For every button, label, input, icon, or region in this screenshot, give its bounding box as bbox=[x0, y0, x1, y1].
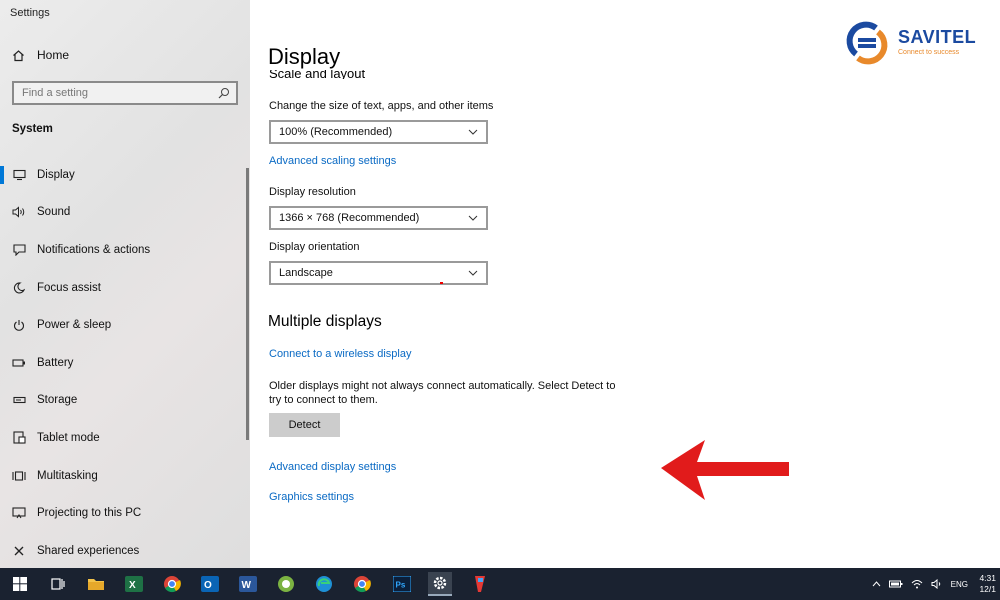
multitasking-icon bbox=[12, 469, 26, 483]
clock-time: 4:31 bbox=[979, 573, 996, 583]
svg-text:O: O bbox=[204, 580, 212, 591]
savitel-logo-mark bbox=[846, 21, 888, 65]
battery-icon bbox=[12, 356, 26, 370]
sidebar-nav: Display Sound Notifications & actions Fo… bbox=[0, 156, 250, 570]
resolution-label: Display resolution bbox=[269, 186, 356, 198]
savitel-logo: SAVITEL Connect to success bbox=[842, 18, 992, 68]
outlook-icon[interactable]: O bbox=[198, 572, 222, 596]
orientation-value: Landscape bbox=[279, 267, 333, 279]
paint-app-icon[interactable] bbox=[468, 572, 492, 596]
scale-layout-heading: Scale and layout bbox=[269, 70, 366, 79]
sidebar-scrollbar[interactable] bbox=[246, 168, 249, 440]
sidebar-item-shared-experiences[interactable]: Shared experiences bbox=[0, 532, 250, 570]
moon-icon bbox=[12, 281, 26, 295]
sidebar-item-notifications[interactable]: Notifications & actions bbox=[0, 231, 250, 269]
monitor-icon bbox=[12, 168, 26, 182]
svg-text:W: W bbox=[242, 580, 252, 591]
display-settings-pane: Display Scale and layout Change the size… bbox=[250, 0, 1000, 568]
sidebar-item-label: Power & sleep bbox=[37, 319, 112, 332]
detect-button[interactable]: Detect bbox=[269, 413, 340, 437]
home-icon bbox=[13, 49, 24, 61]
chevron-down-icon bbox=[468, 270, 478, 276]
task-view-icon[interactable] bbox=[46, 572, 70, 596]
volume-icon[interactable] bbox=[931, 579, 943, 589]
resolution-dropdown[interactable]: 1366 × 768 (Recommended) bbox=[269, 206, 488, 230]
sidebar-item-focus-assist[interactable]: Focus assist bbox=[0, 269, 250, 307]
wifi-icon[interactable] bbox=[911, 579, 923, 589]
file-explorer-icon[interactable] bbox=[84, 572, 108, 596]
advanced-scaling-link[interactable]: Advanced scaling settings bbox=[269, 155, 396, 167]
sidebar-item-label: Display bbox=[37, 168, 75, 181]
storage-icon bbox=[12, 393, 26, 407]
sidebar-item-multitasking[interactable]: Multitasking bbox=[0, 457, 250, 495]
windows-start-icon[interactable] bbox=[8, 572, 32, 596]
orientation-label: Display orientation bbox=[269, 241, 360, 253]
excel-icon[interactable]: X bbox=[122, 572, 146, 596]
sidebar-item-label: Storage bbox=[37, 394, 78, 407]
notification-icon bbox=[12, 243, 26, 257]
speaker-icon bbox=[12, 205, 26, 219]
red-arrow-annotation bbox=[661, 440, 789, 500]
edge-icon[interactable] bbox=[312, 572, 336, 596]
sidebar-item-sound[interactable]: Sound bbox=[0, 194, 250, 232]
sidebar-item-storage[interactable]: Storage bbox=[0, 382, 250, 420]
sidebar-item-label: Shared experiences bbox=[37, 544, 140, 557]
chrome-icon-2[interactable] bbox=[350, 572, 374, 596]
sidebar-item-power-sleep[interactable]: Power & sleep bbox=[0, 306, 250, 344]
chevron-down-icon bbox=[468, 129, 478, 135]
advanced-display-settings-link[interactable]: Advanced display settings bbox=[269, 461, 396, 473]
chevron-down-icon bbox=[468, 215, 478, 221]
settings-sidebar: Settings Home Find a setting System Disp… bbox=[0, 0, 250, 568]
sidebar-item-label: Focus assist bbox=[37, 281, 101, 294]
sidebar-item-battery[interactable]: Battery bbox=[0, 344, 250, 382]
sidebar-item-label: Battery bbox=[37, 356, 74, 369]
battery-tray-icon[interactable] bbox=[888, 580, 903, 588]
search-placeholder: Find a setting bbox=[22, 87, 89, 99]
svg-text:Ps: Ps bbox=[396, 581, 406, 590]
settings-gear-icon[interactable] bbox=[428, 572, 452, 596]
system-tray: ENG 4:31 12/1 bbox=[872, 568, 1000, 600]
logo-tagline: Connect to success bbox=[898, 49, 960, 56]
shared-icon bbox=[12, 544, 26, 558]
window-title: Settings bbox=[10, 7, 50, 19]
clock-date: 12/1 bbox=[979, 584, 996, 594]
sidebar-item-projecting[interactable]: Projecting to this PC bbox=[0, 494, 250, 532]
taskbar: X O W Ps ENG 4:31 12/1 bbox=[0, 568, 1000, 600]
logo-brand: SAVITEL bbox=[898, 27, 977, 47]
sidebar-item-label: Tablet mode bbox=[37, 431, 100, 444]
sidebar-item-label: Multitasking bbox=[37, 469, 98, 482]
home-label: Home bbox=[37, 48, 70, 62]
scale-dropdown[interactable]: 100% (Recommended) bbox=[269, 120, 488, 144]
sidebar-item-label: Sound bbox=[37, 206, 71, 219]
word-icon[interactable]: W bbox=[236, 572, 260, 596]
chevron-up-icon[interactable] bbox=[872, 581, 881, 587]
sidebar-item-tablet-mode[interactable]: Tablet mode bbox=[0, 419, 250, 457]
clock[interactable]: 4:31 12/1 bbox=[976, 573, 996, 595]
projecting-icon bbox=[12, 506, 26, 520]
chrome-icon[interactable] bbox=[160, 572, 184, 596]
scale-value: 100% (Recommended) bbox=[279, 126, 393, 138]
search-icon bbox=[218, 88, 229, 99]
detect-description: Older displays might not always connect … bbox=[269, 380, 616, 406]
power-icon bbox=[12, 318, 26, 332]
find-setting-input[interactable]: Find a setting bbox=[12, 81, 238, 105]
multiple-displays-heading: Multiple displays bbox=[268, 313, 382, 330]
graphics-settings-link[interactable]: Graphics settings bbox=[269, 491, 354, 503]
orientation-dropdown[interactable]: Landscape bbox=[269, 261, 488, 285]
sidebar-item-label: Notifications & actions bbox=[37, 243, 151, 256]
photoshop-icon[interactable]: Ps bbox=[390, 572, 414, 596]
scale-label: Change the size of text, apps, and other… bbox=[269, 100, 494, 112]
sidebar-item-display[interactable]: Display bbox=[0, 156, 250, 194]
svg-text:X: X bbox=[129, 580, 136, 591]
app-green-icon[interactable] bbox=[274, 572, 298, 596]
sidebar-item-label: Projecting to this PC bbox=[37, 507, 142, 520]
section-title-system: System bbox=[12, 123, 53, 135]
page-title: Display bbox=[268, 44, 341, 69]
red-mark bbox=[440, 282, 443, 284]
tablet-icon bbox=[12, 431, 26, 445]
resolution-value: 1366 × 768 (Recommended) bbox=[279, 212, 420, 224]
wireless-display-link[interactable]: Connect to a wireless display bbox=[269, 348, 411, 360]
home-nav-item[interactable]: Home bbox=[12, 48, 69, 62]
language-indicator[interactable]: ENG bbox=[951, 580, 968, 589]
